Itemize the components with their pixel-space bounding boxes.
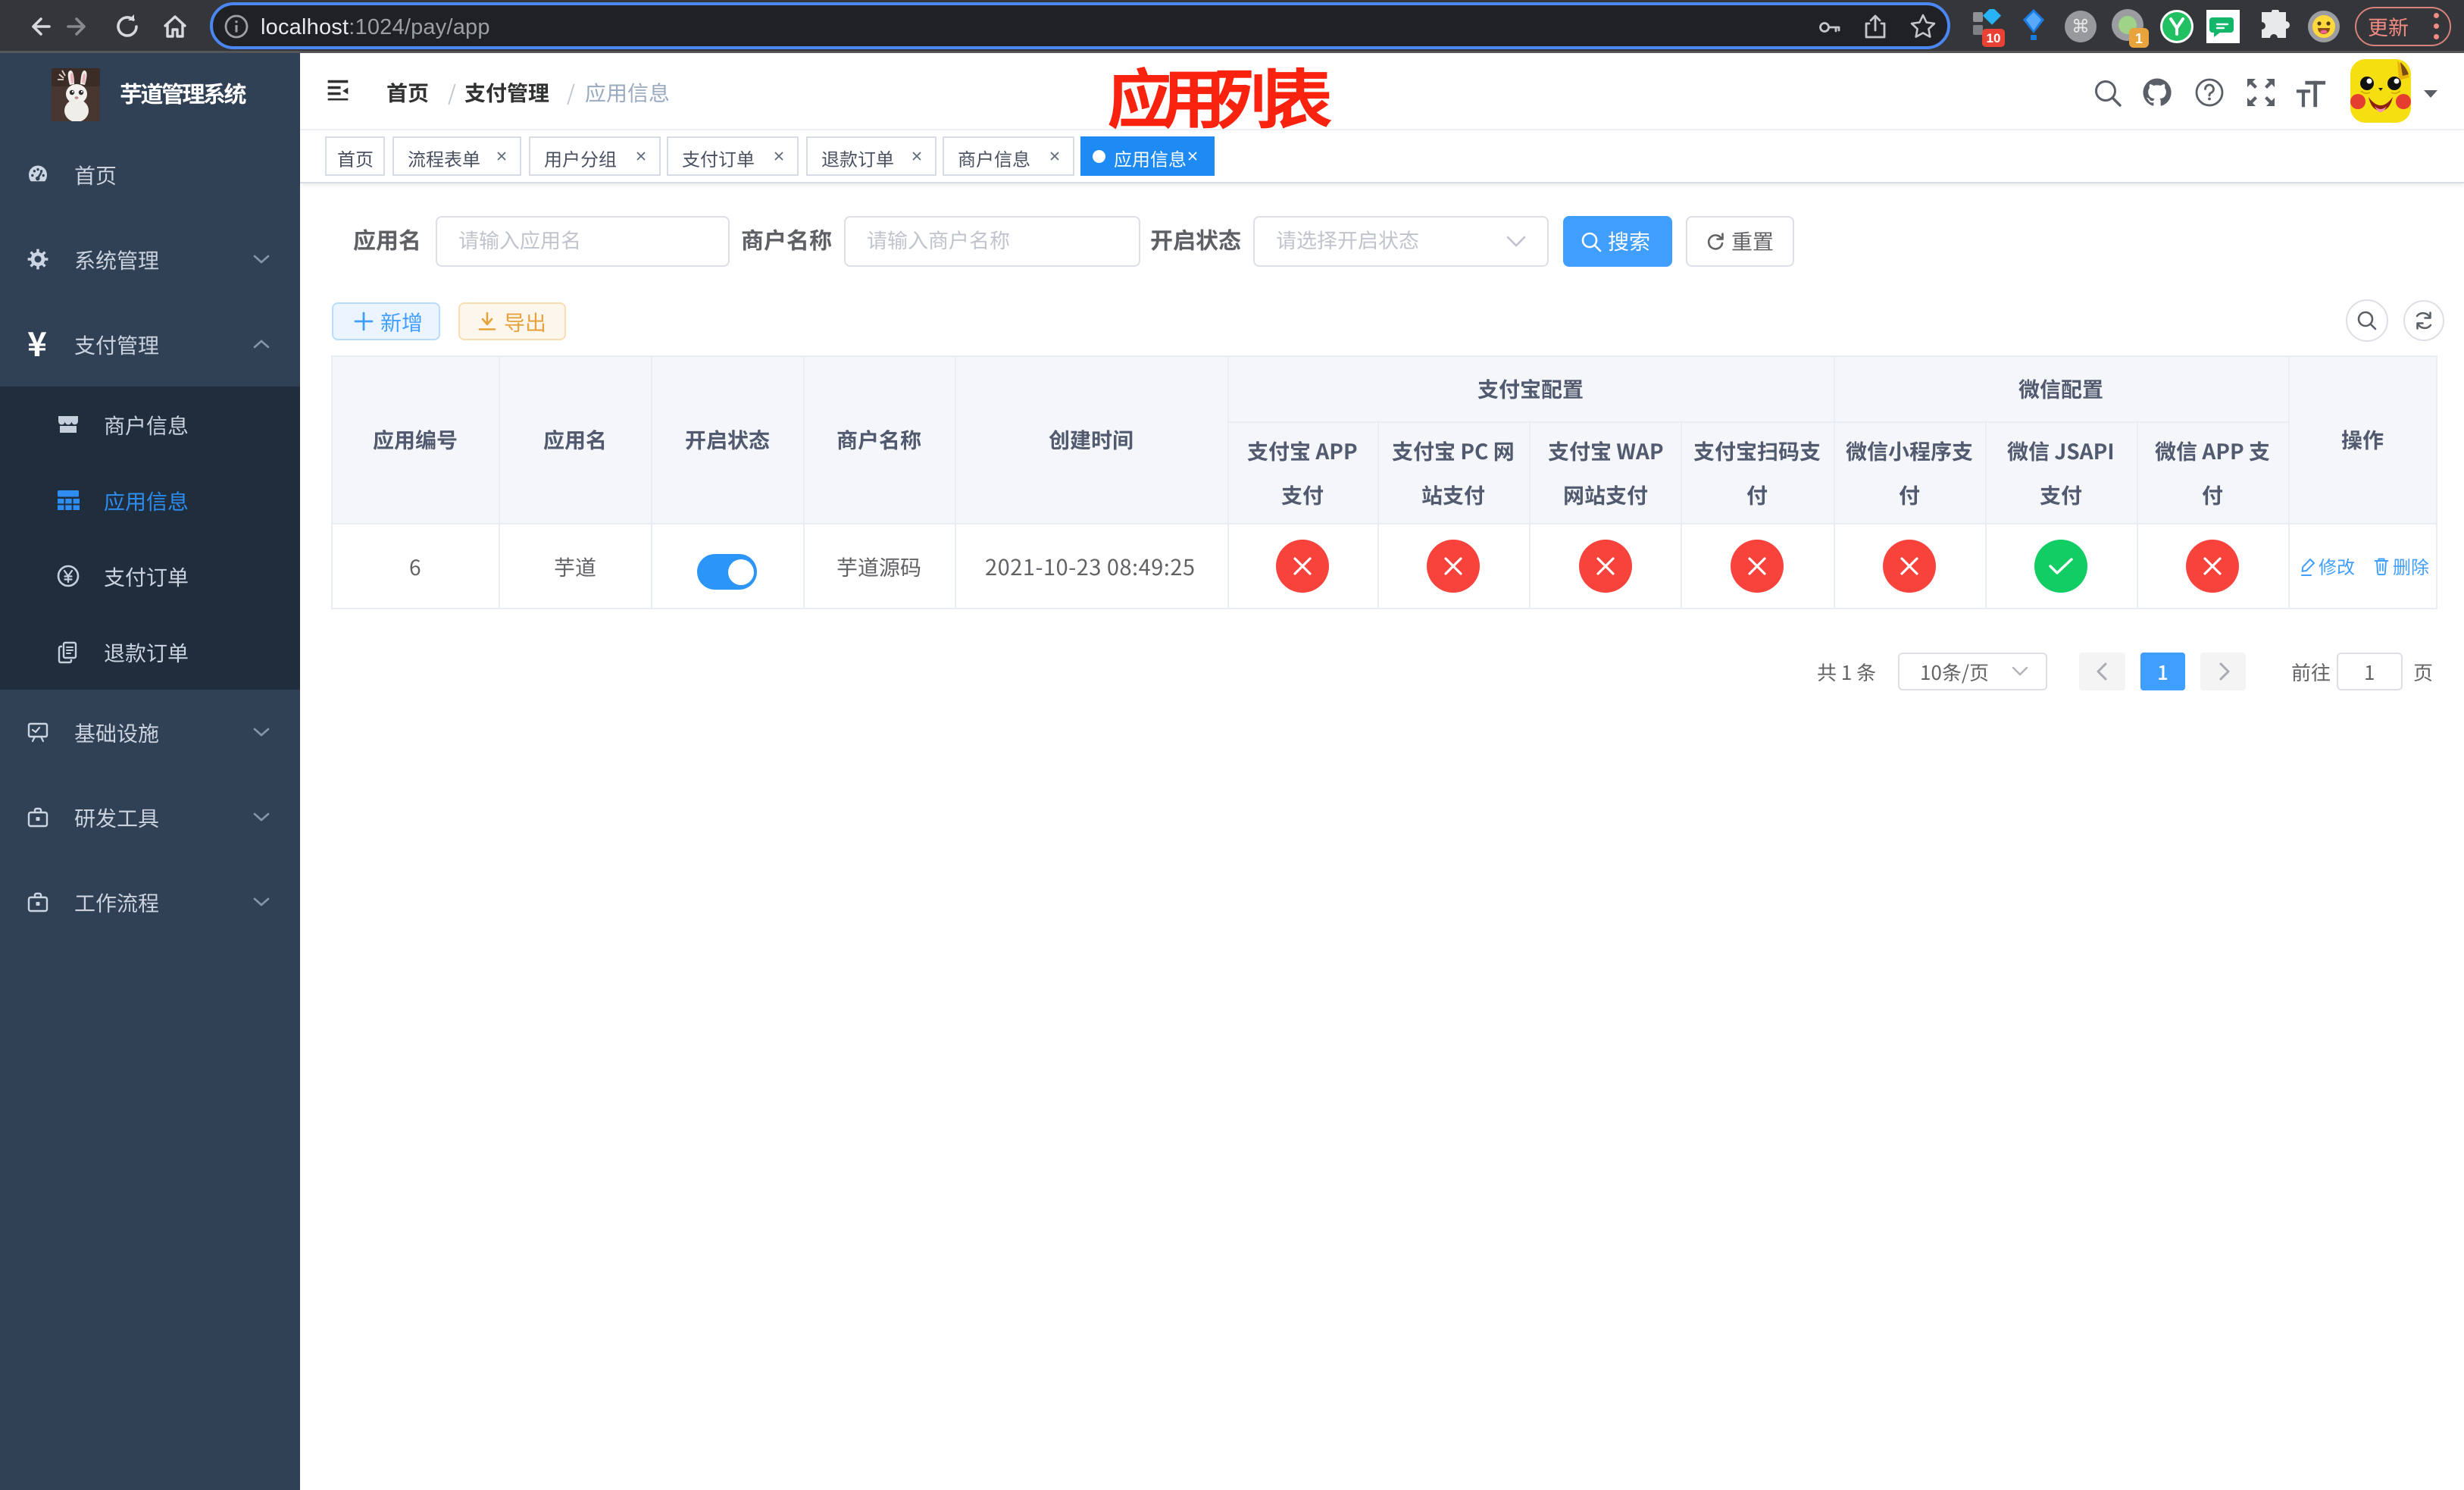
- svg-text:1: 1: [2135, 31, 2143, 46]
- svg-text:⌘: ⌘: [2072, 17, 2090, 37]
- svg-text:10: 10: [1987, 31, 2001, 45]
